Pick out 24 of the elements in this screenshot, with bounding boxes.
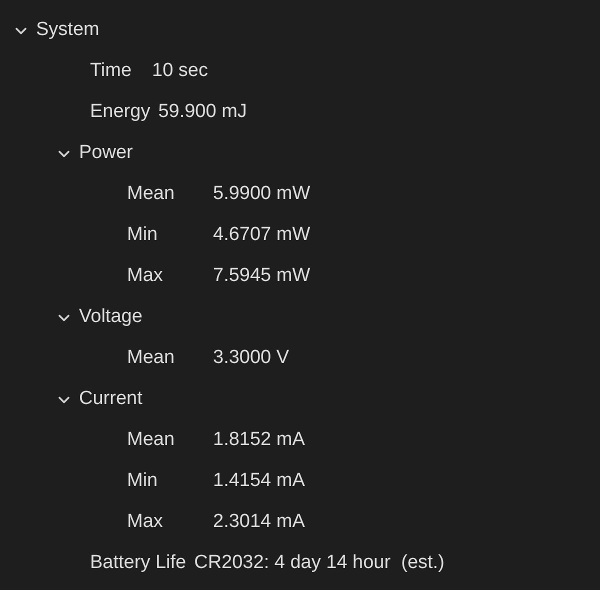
property-label: Min (127, 223, 159, 248)
property-label: Time (90, 59, 133, 84)
tree-node-label: Voltage (79, 305, 142, 330)
property-label: Max (127, 510, 164, 534)
tree-node-label: Power (79, 141, 133, 166)
property-value: 2.3014 mA (213, 510, 305, 534)
property-value: 4.6707 mW (213, 223, 310, 248)
property-label: Mean (127, 428, 176, 452)
property-label: Mean (127, 346, 176, 370)
property-label: Battery Life (90, 551, 188, 576)
tree-node-label: Current (79, 387, 142, 412)
property-value: CR2032: 4 day 14 hour (est.) (194, 551, 444, 576)
property-value: 1.4154 mA (213, 469, 305, 494)
property-value: 7.5945 mW (213, 264, 310, 288)
tree-node-label: System (36, 18, 100, 42)
property-value: 1.8152 mA (213, 428, 305, 452)
property-label: Max (127, 264, 164, 288)
property-label: Mean (127, 182, 176, 206)
property-value: 59.900 mJ (158, 100, 247, 124)
property-label: Energy (90, 100, 152, 124)
property-value: 3.3000 V (213, 346, 290, 370)
property-label: Min (127, 469, 159, 494)
property-value: 5.9900 mW (213, 182, 310, 206)
property-value: 10 sec (152, 59, 208, 84)
